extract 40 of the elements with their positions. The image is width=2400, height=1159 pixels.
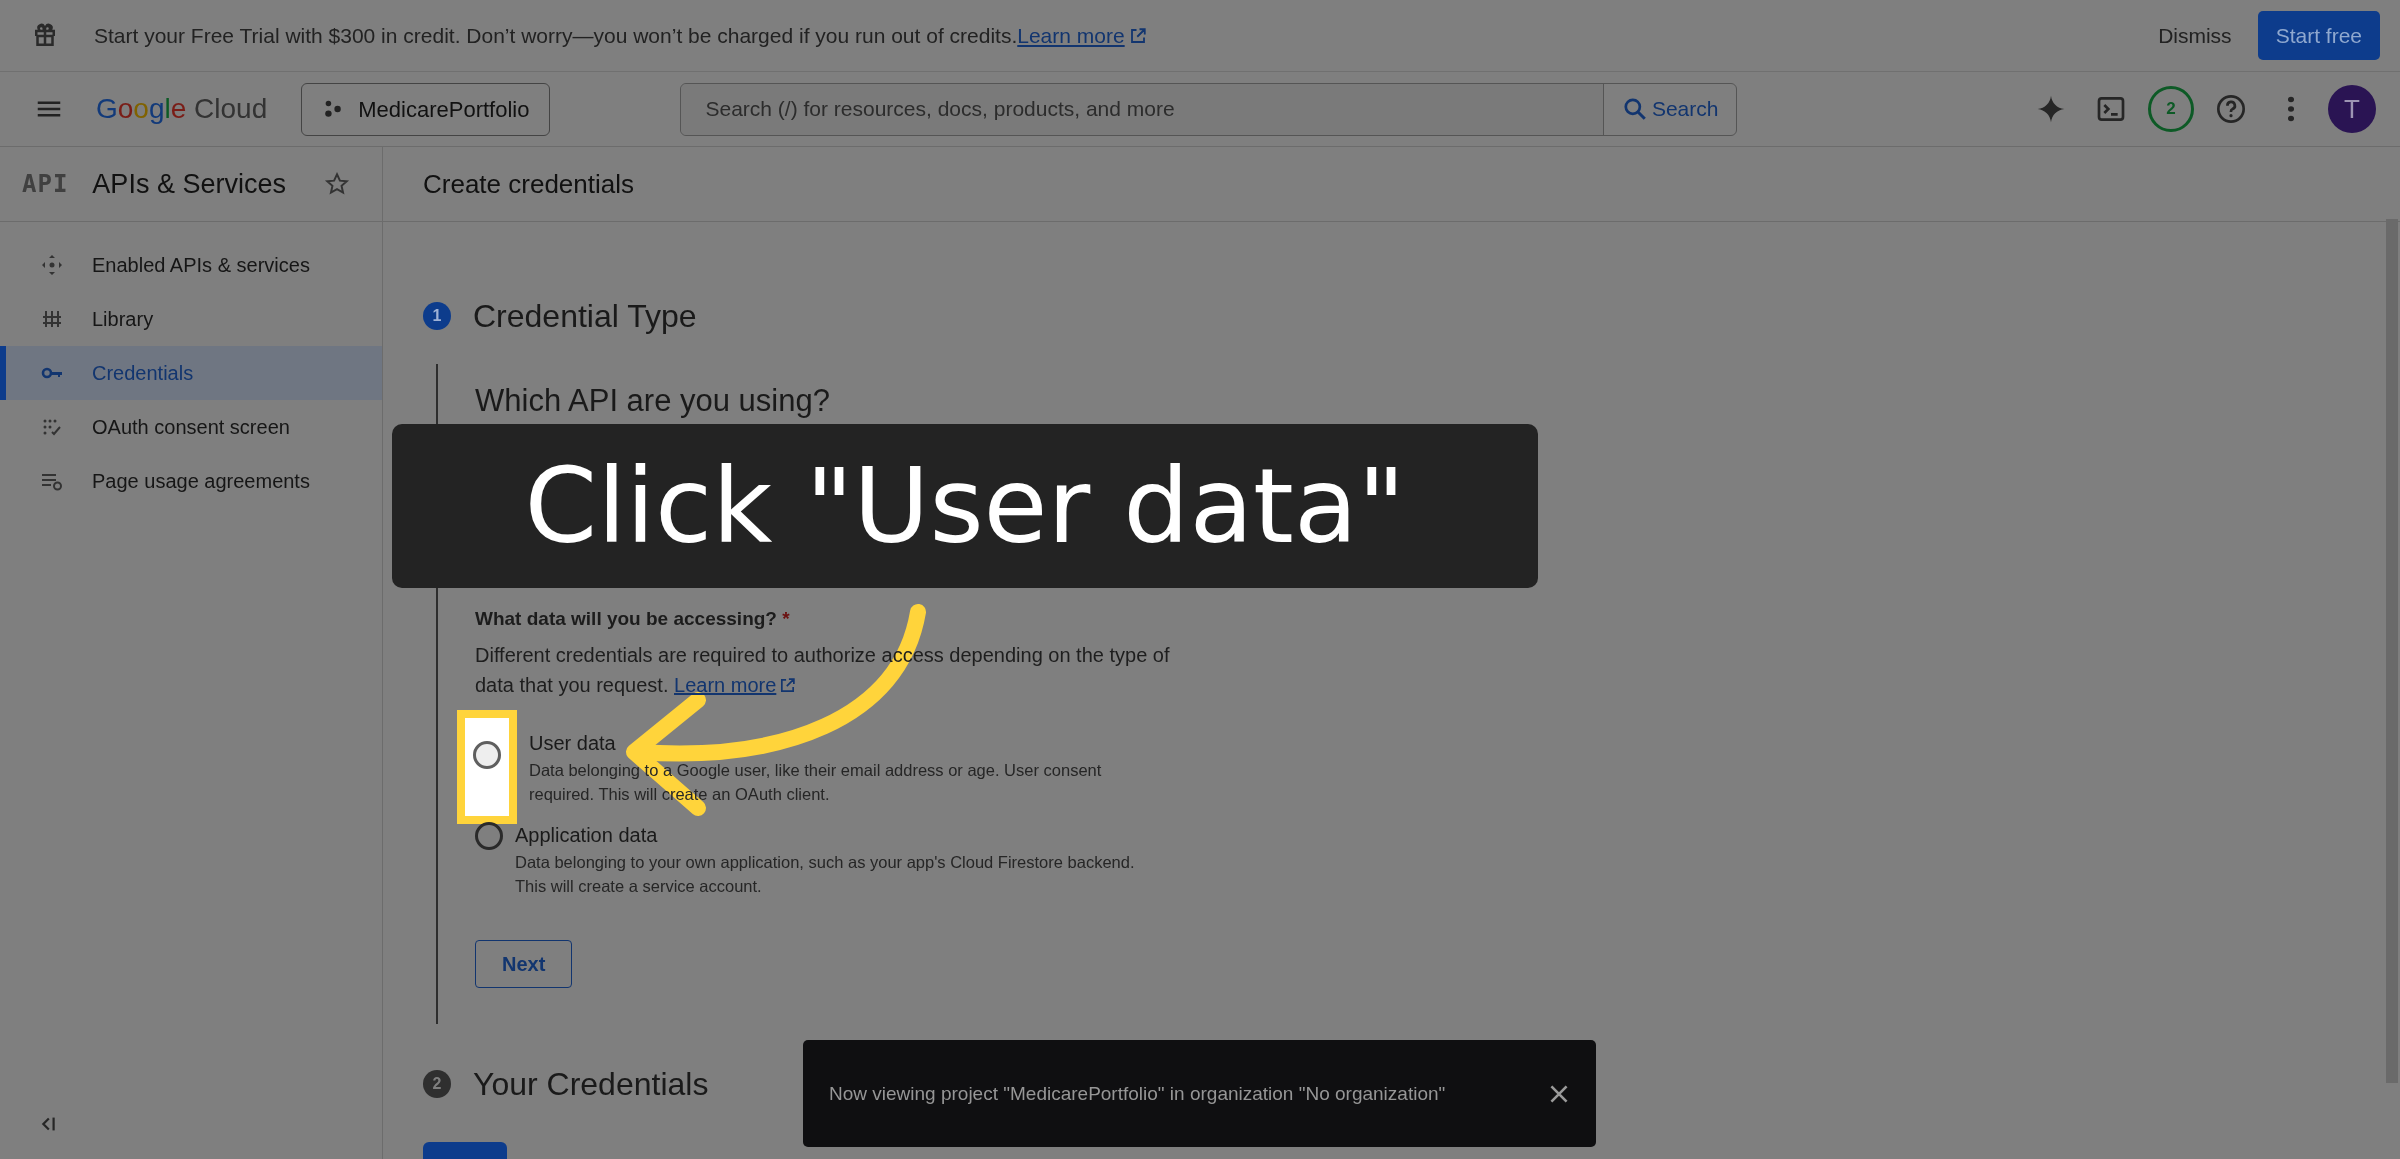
api-logo: API <box>22 169 69 200</box>
search-icon <box>1621 96 1648 122</box>
learn-more-link[interactable]: Learn more <box>1017 19 1125 52</box>
page-title: Create credentials <box>383 147 2400 222</box>
sidebar-item[interactable]: OAuth consent screen <box>0 400 382 454</box>
search-field[interactable]: Search (/) for resources, docs, products, and more Search <box>680 82 1738 136</box>
more-vertical-icon <box>2288 96 2294 122</box>
sidebar-item[interactable]: Credentials <box>0 346 382 400</box>
trial-message: Start your Free Trial with $300 in credit. Don’t worry—you won’t be charged if you run out of credits. <box>94 22 1018 49</box>
step-number: 1 <box>423 302 451 330</box>
create-button[interactable] <box>423 1141 507 1159</box>
sidebar-item[interactable]: Library <box>0 292 382 346</box>
radio-button[interactable] <box>473 740 501 769</box>
star-icon <box>324 171 350 197</box>
project-picker[interactable]: MedicarePortfolio <box>301 82 551 136</box>
sidebar-item[interactable]: Enabled APIs & services <box>0 238 382 292</box>
account-avatar[interactable]: T <box>2328 85 2376 133</box>
step-number: 2 <box>423 1069 451 1098</box>
step-title: Credential Type <box>473 297 697 336</box>
start-free-button[interactable]: Start free <box>2257 10 2380 61</box>
next-button[interactable]: Next <box>475 939 573 988</box>
option-description: Data belonging to your own application, such as your app's Cloud Firestore backend. This will create a service account. <box>515 851 1135 897</box>
external-link-icon <box>1128 26 1147 45</box>
step-title: Your Credentials <box>473 1064 709 1104</box>
option-label[interactable]: Application data <box>515 819 1135 850</box>
radio-button[interactable] <box>475 821 503 850</box>
section-title: APIs & Services <box>92 167 287 201</box>
external-link-icon <box>779 676 797 694</box>
question-label: What data will you be accessing? * <box>475 607 791 632</box>
learn-more-link[interactable]: Learn more <box>674 673 777 696</box>
move-arrows-icon <box>40 253 64 277</box>
search-button[interactable]: Search <box>1603 83 1737 135</box>
tutorial-callout: Click "User data" <box>392 424 1538 588</box>
google-cloud-logo[interactable]: Google Cloud <box>96 88 268 130</box>
dismiss-button[interactable]: Dismiss <box>2142 11 2248 60</box>
toast-message: Now viewing project "MedicarePortfolio" in organization "No organization" <box>829 1082 1447 1106</box>
help-icon <box>2215 93 2247 125</box>
section-heading: Which API are you using? <box>475 382 831 420</box>
sidebar-item[interactable]: Page usage agreements <box>0 454 382 508</box>
option-label[interactable]: User data <box>529 727 1149 758</box>
